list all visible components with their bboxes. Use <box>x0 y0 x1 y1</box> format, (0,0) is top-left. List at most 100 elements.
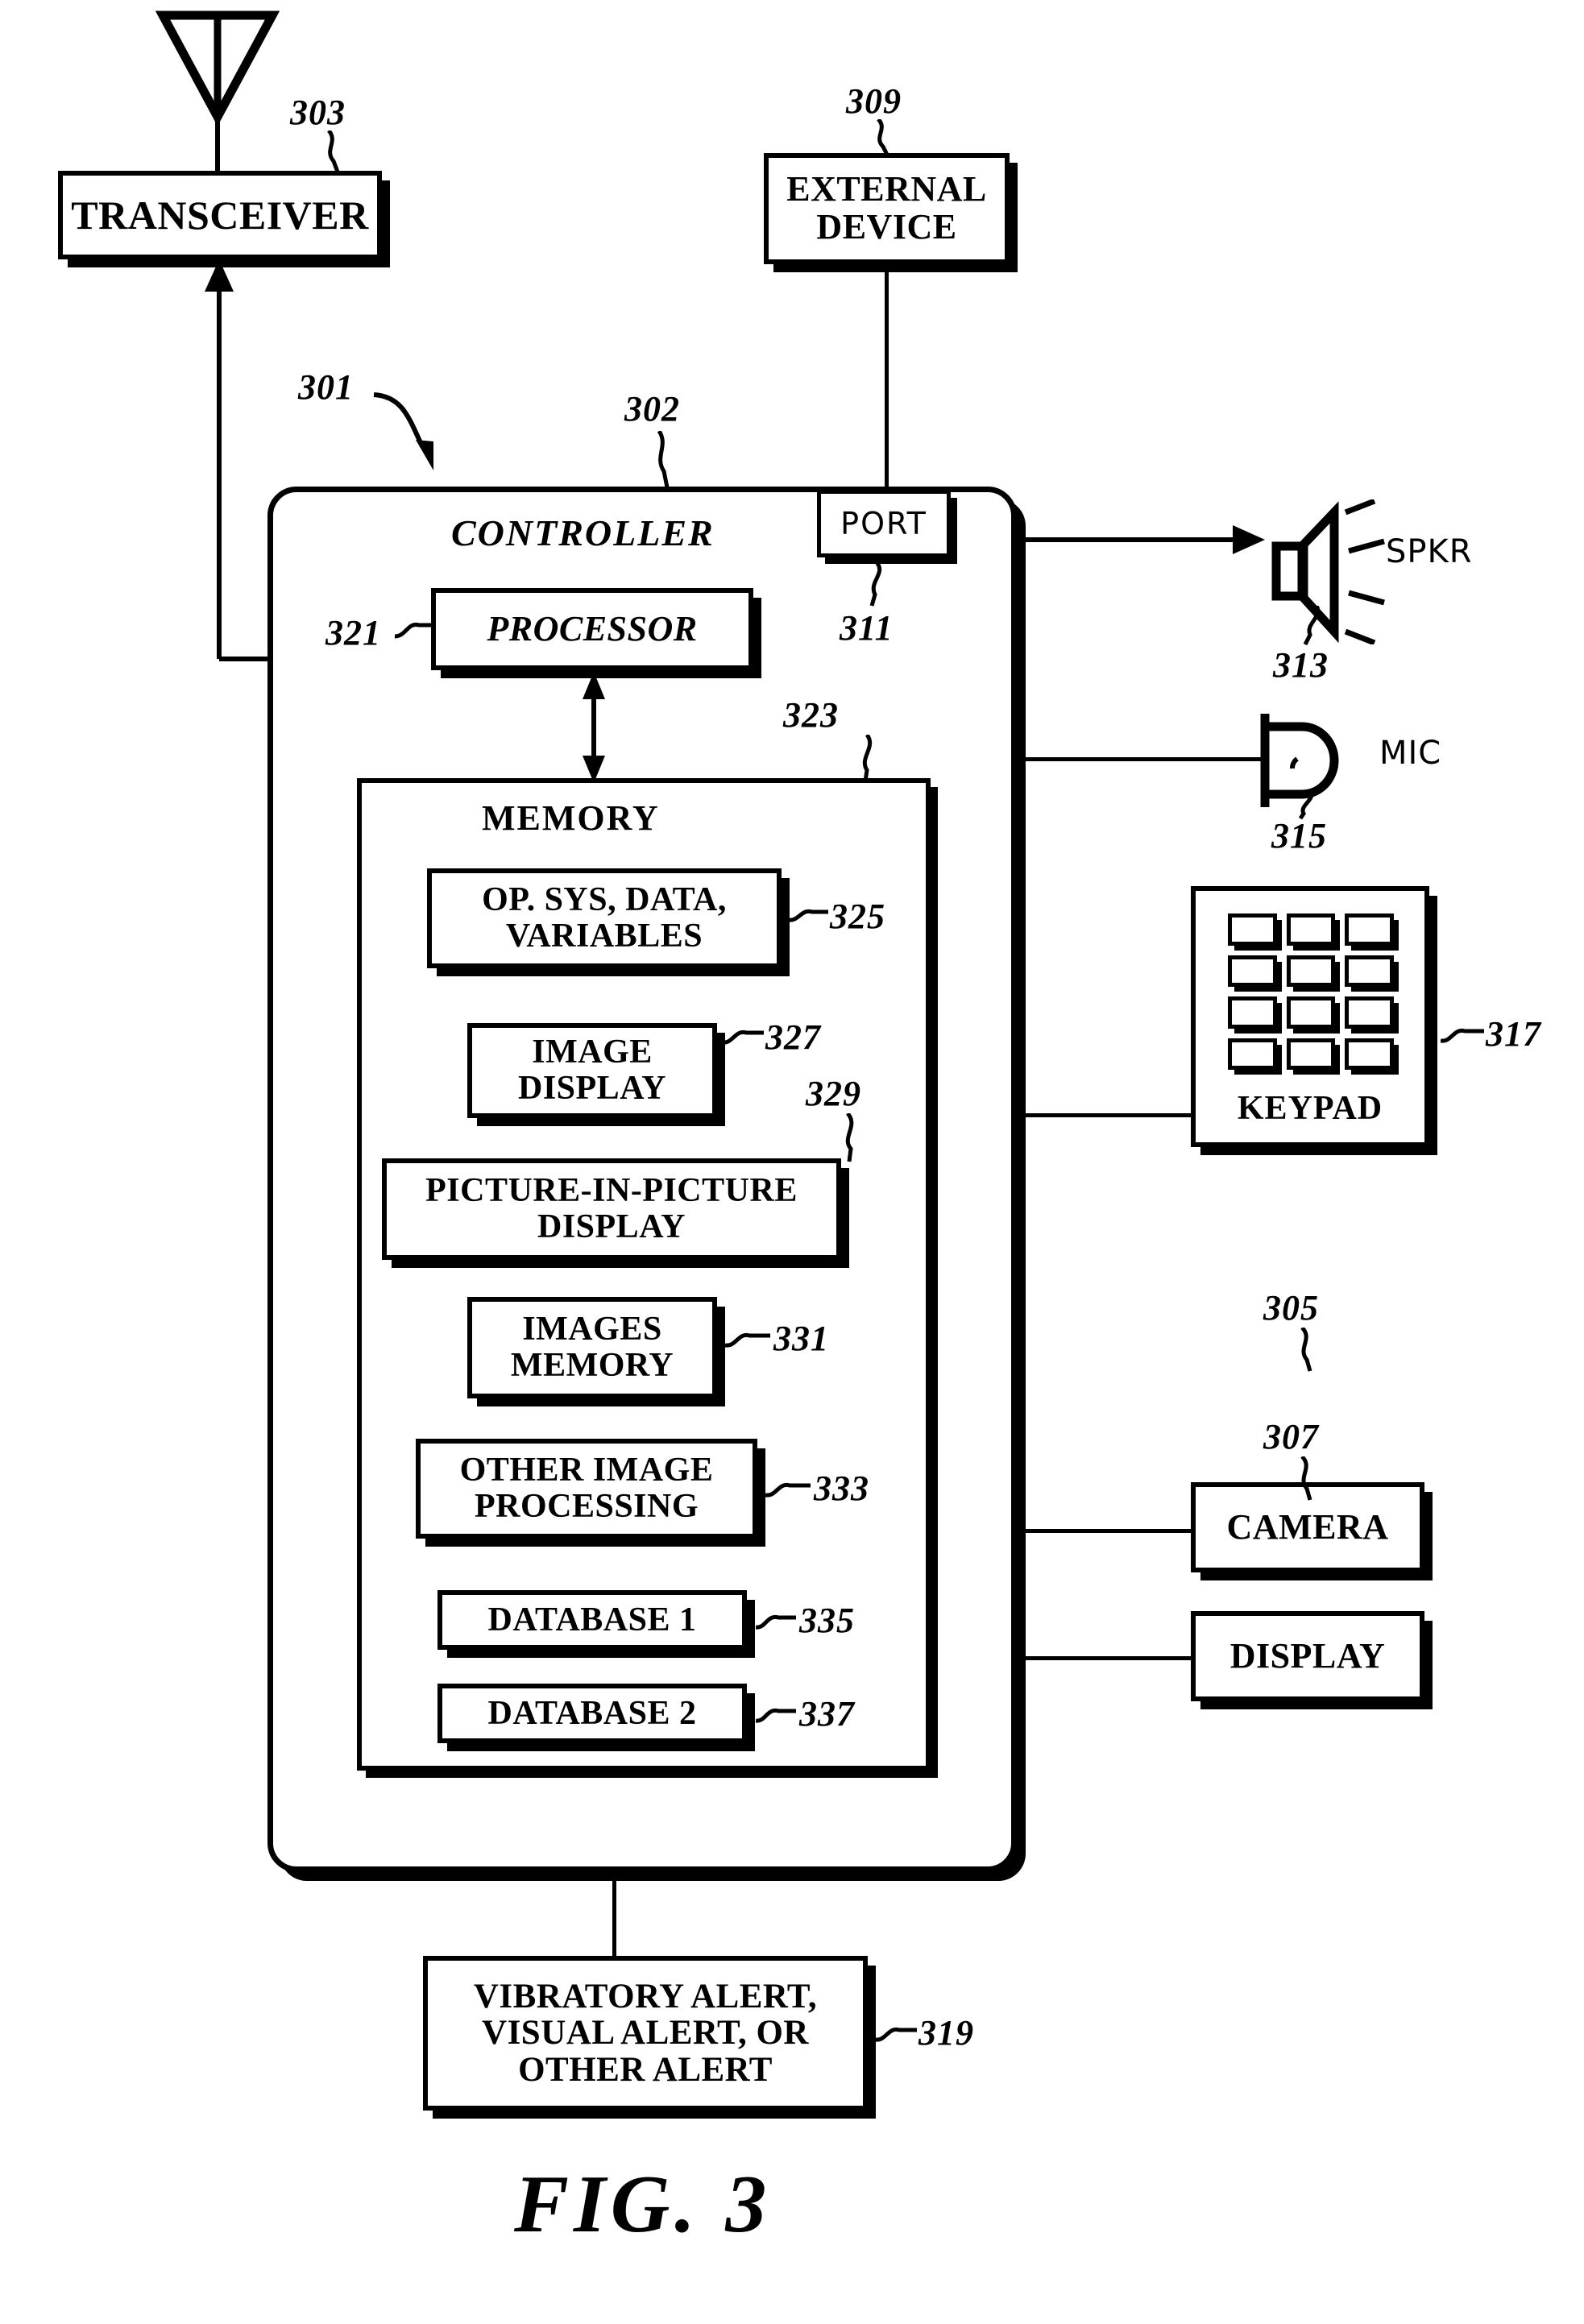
images-memory-block: IMAGES MEMORY <box>467 1297 717 1398</box>
op-sys-label-line2: VARIABLES <box>505 918 703 955</box>
display-label: DISPLAY <box>1229 1635 1386 1676</box>
ref-323: 323 <box>783 695 839 735</box>
ref-327: 327 <box>765 1017 821 1057</box>
leader-307 <box>1300 1456 1312 1501</box>
database-2-block: DATABASE 2 <box>437 1684 747 1743</box>
keypad-key[interactable] <box>1345 996 1394 1029</box>
leader-321 <box>395 622 432 639</box>
external-device-label-line2: DEVICE <box>816 207 957 246</box>
controller-alert-line <box>612 1870 616 1957</box>
other-image-processing-block: OTHER IMAGE PROCESSING <box>416 1439 757 1539</box>
ref-325: 325 <box>830 897 885 936</box>
alert-label-line2: VISUAL ALERT, OR <box>482 2014 809 2053</box>
ref-333: 333 <box>814 1469 869 1508</box>
keypad-key[interactable] <box>1345 1038 1394 1070</box>
keypad-key[interactable] <box>1286 913 1336 946</box>
keypad-key[interactable] <box>1228 913 1277 946</box>
keypad-key[interactable] <box>1345 913 1394 946</box>
images-memory-label-line1: IMAGES <box>522 1311 662 1348</box>
images-memory-label-line2: MEMORY <box>510 1347 674 1384</box>
processor-label: PROCESSOR <box>487 608 698 648</box>
transceiver-label: TRANSCEIVER <box>71 192 369 238</box>
keypad-key[interactable] <box>1345 955 1394 987</box>
other-image-label-line1: OTHER IMAGE <box>459 1452 714 1489</box>
leader-301-arrow <box>373 392 433 470</box>
keypad-label: KEYPAD <box>1237 1090 1383 1127</box>
external-device-port-line <box>885 264 889 499</box>
transceiver-block: TRANSCEIVER <box>58 171 382 259</box>
memory-title: MEMORY <box>482 798 660 838</box>
alert-label-line1: VIBRATORY ALERT, <box>473 1977 818 2015</box>
database-2-label: DATABASE 2 <box>487 1694 697 1732</box>
keypad-keys-grid[interactable] <box>1228 913 1394 1070</box>
pip-label-line2: DISPLAY <box>537 1208 686 1245</box>
ref-337: 337 <box>799 1694 855 1734</box>
patent-figure-page: TRANSCEIVER 303 EXTERNAL DEVICE 309 301 … <box>0 0 1584 2324</box>
ref-319: 319 <box>918 2013 974 2053</box>
leader-317 <box>1441 1028 1484 1043</box>
camera-label: CAMERA <box>1226 1506 1389 1547</box>
image-display-label-line2: DISPLAY <box>517 1070 666 1107</box>
op-sys-data-variables-block: OP. SYS, DATA, VARIABLES <box>427 868 782 968</box>
image-display-block: IMAGE DISPLAY <box>467 1023 717 1118</box>
figure-caption: FIG. 3 <box>514 2159 772 2250</box>
leader-305 <box>1300 1328 1312 1372</box>
ref-315: 315 <box>1271 816 1327 855</box>
controller-display-line <box>1014 1656 1192 1660</box>
microphone-label: MIC <box>1379 735 1442 772</box>
leader-335 <box>756 1614 796 1630</box>
controller-camera-line <box>1014 1529 1192 1533</box>
leader-329 <box>845 1113 854 1162</box>
pip-label-line1: PICTURE-IN-PICTURE <box>425 1172 798 1210</box>
leader-302 <box>657 431 670 488</box>
ref-317: 317 <box>1486 1014 1541 1054</box>
leader-309 <box>877 119 890 158</box>
port-label: PORT <box>840 505 927 541</box>
leader-323 <box>862 735 873 782</box>
keypad-block: KEYPAD <box>1191 886 1429 1147</box>
controller-title: CONTROLLER <box>451 512 715 553</box>
alert-block: VIBRATORY ALERT, VISUAL ALERT, OR OTHER … <box>423 1956 868 2111</box>
image-display-label-line1: IMAGE <box>532 1034 653 1071</box>
leader-337 <box>756 1708 796 1723</box>
keypad-key[interactable] <box>1228 1038 1277 1070</box>
keypad-key[interactable] <box>1228 955 1277 987</box>
leader-325 <box>788 909 828 922</box>
keypad-key[interactable] <box>1286 996 1336 1029</box>
ref-311: 311 <box>840 608 894 648</box>
ref-301: 301 <box>298 367 354 407</box>
ref-321: 321 <box>326 613 381 652</box>
keypad-key[interactable] <box>1286 955 1336 987</box>
display-block: DISPLAY <box>1191 1611 1424 1701</box>
database-1-label: DATABASE 1 <box>487 1601 697 1638</box>
processor-memory-link <box>583 672 605 783</box>
ref-335: 335 <box>799 1601 855 1640</box>
leader-313 <box>1303 606 1321 646</box>
port-block: PORT <box>817 490 951 557</box>
speaker-label: SPKR <box>1386 533 1473 570</box>
leader-331 <box>725 1332 770 1348</box>
controller-microphone-line <box>1014 757 1265 761</box>
ref-329: 329 <box>806 1074 861 1113</box>
processor-block: PROCESSOR <box>431 588 753 670</box>
keypad-key[interactable] <box>1286 1038 1336 1070</box>
picture-in-picture-display-block: PICTURE-IN-PICTURE DISPLAY <box>382 1158 841 1260</box>
speaker-icon <box>1271 499 1385 644</box>
ref-302: 302 <box>624 389 680 429</box>
leader-303 <box>326 130 341 175</box>
alert-label-line3: OTHER ALERT <box>518 2050 773 2089</box>
leader-333 <box>765 1482 811 1498</box>
ref-309: 309 <box>846 81 902 121</box>
external-device-block: EXTERNAL DEVICE <box>764 153 1010 264</box>
controller-speaker-line <box>1014 525 1265 554</box>
ref-307: 307 <box>1263 1417 1319 1456</box>
keypad-key[interactable] <box>1228 996 1277 1029</box>
leader-319 <box>875 2027 917 2042</box>
ref-303: 303 <box>290 93 346 132</box>
other-image-label-line2: PROCESSING <box>474 1488 699 1525</box>
leader-311 <box>869 562 882 607</box>
controller-keypad-line <box>1014 1113 1192 1117</box>
database-1-block: DATABASE 1 <box>437 1590 747 1650</box>
external-device-label-line1: EXTERNAL <box>786 169 987 209</box>
ref-331: 331 <box>773 1319 829 1358</box>
